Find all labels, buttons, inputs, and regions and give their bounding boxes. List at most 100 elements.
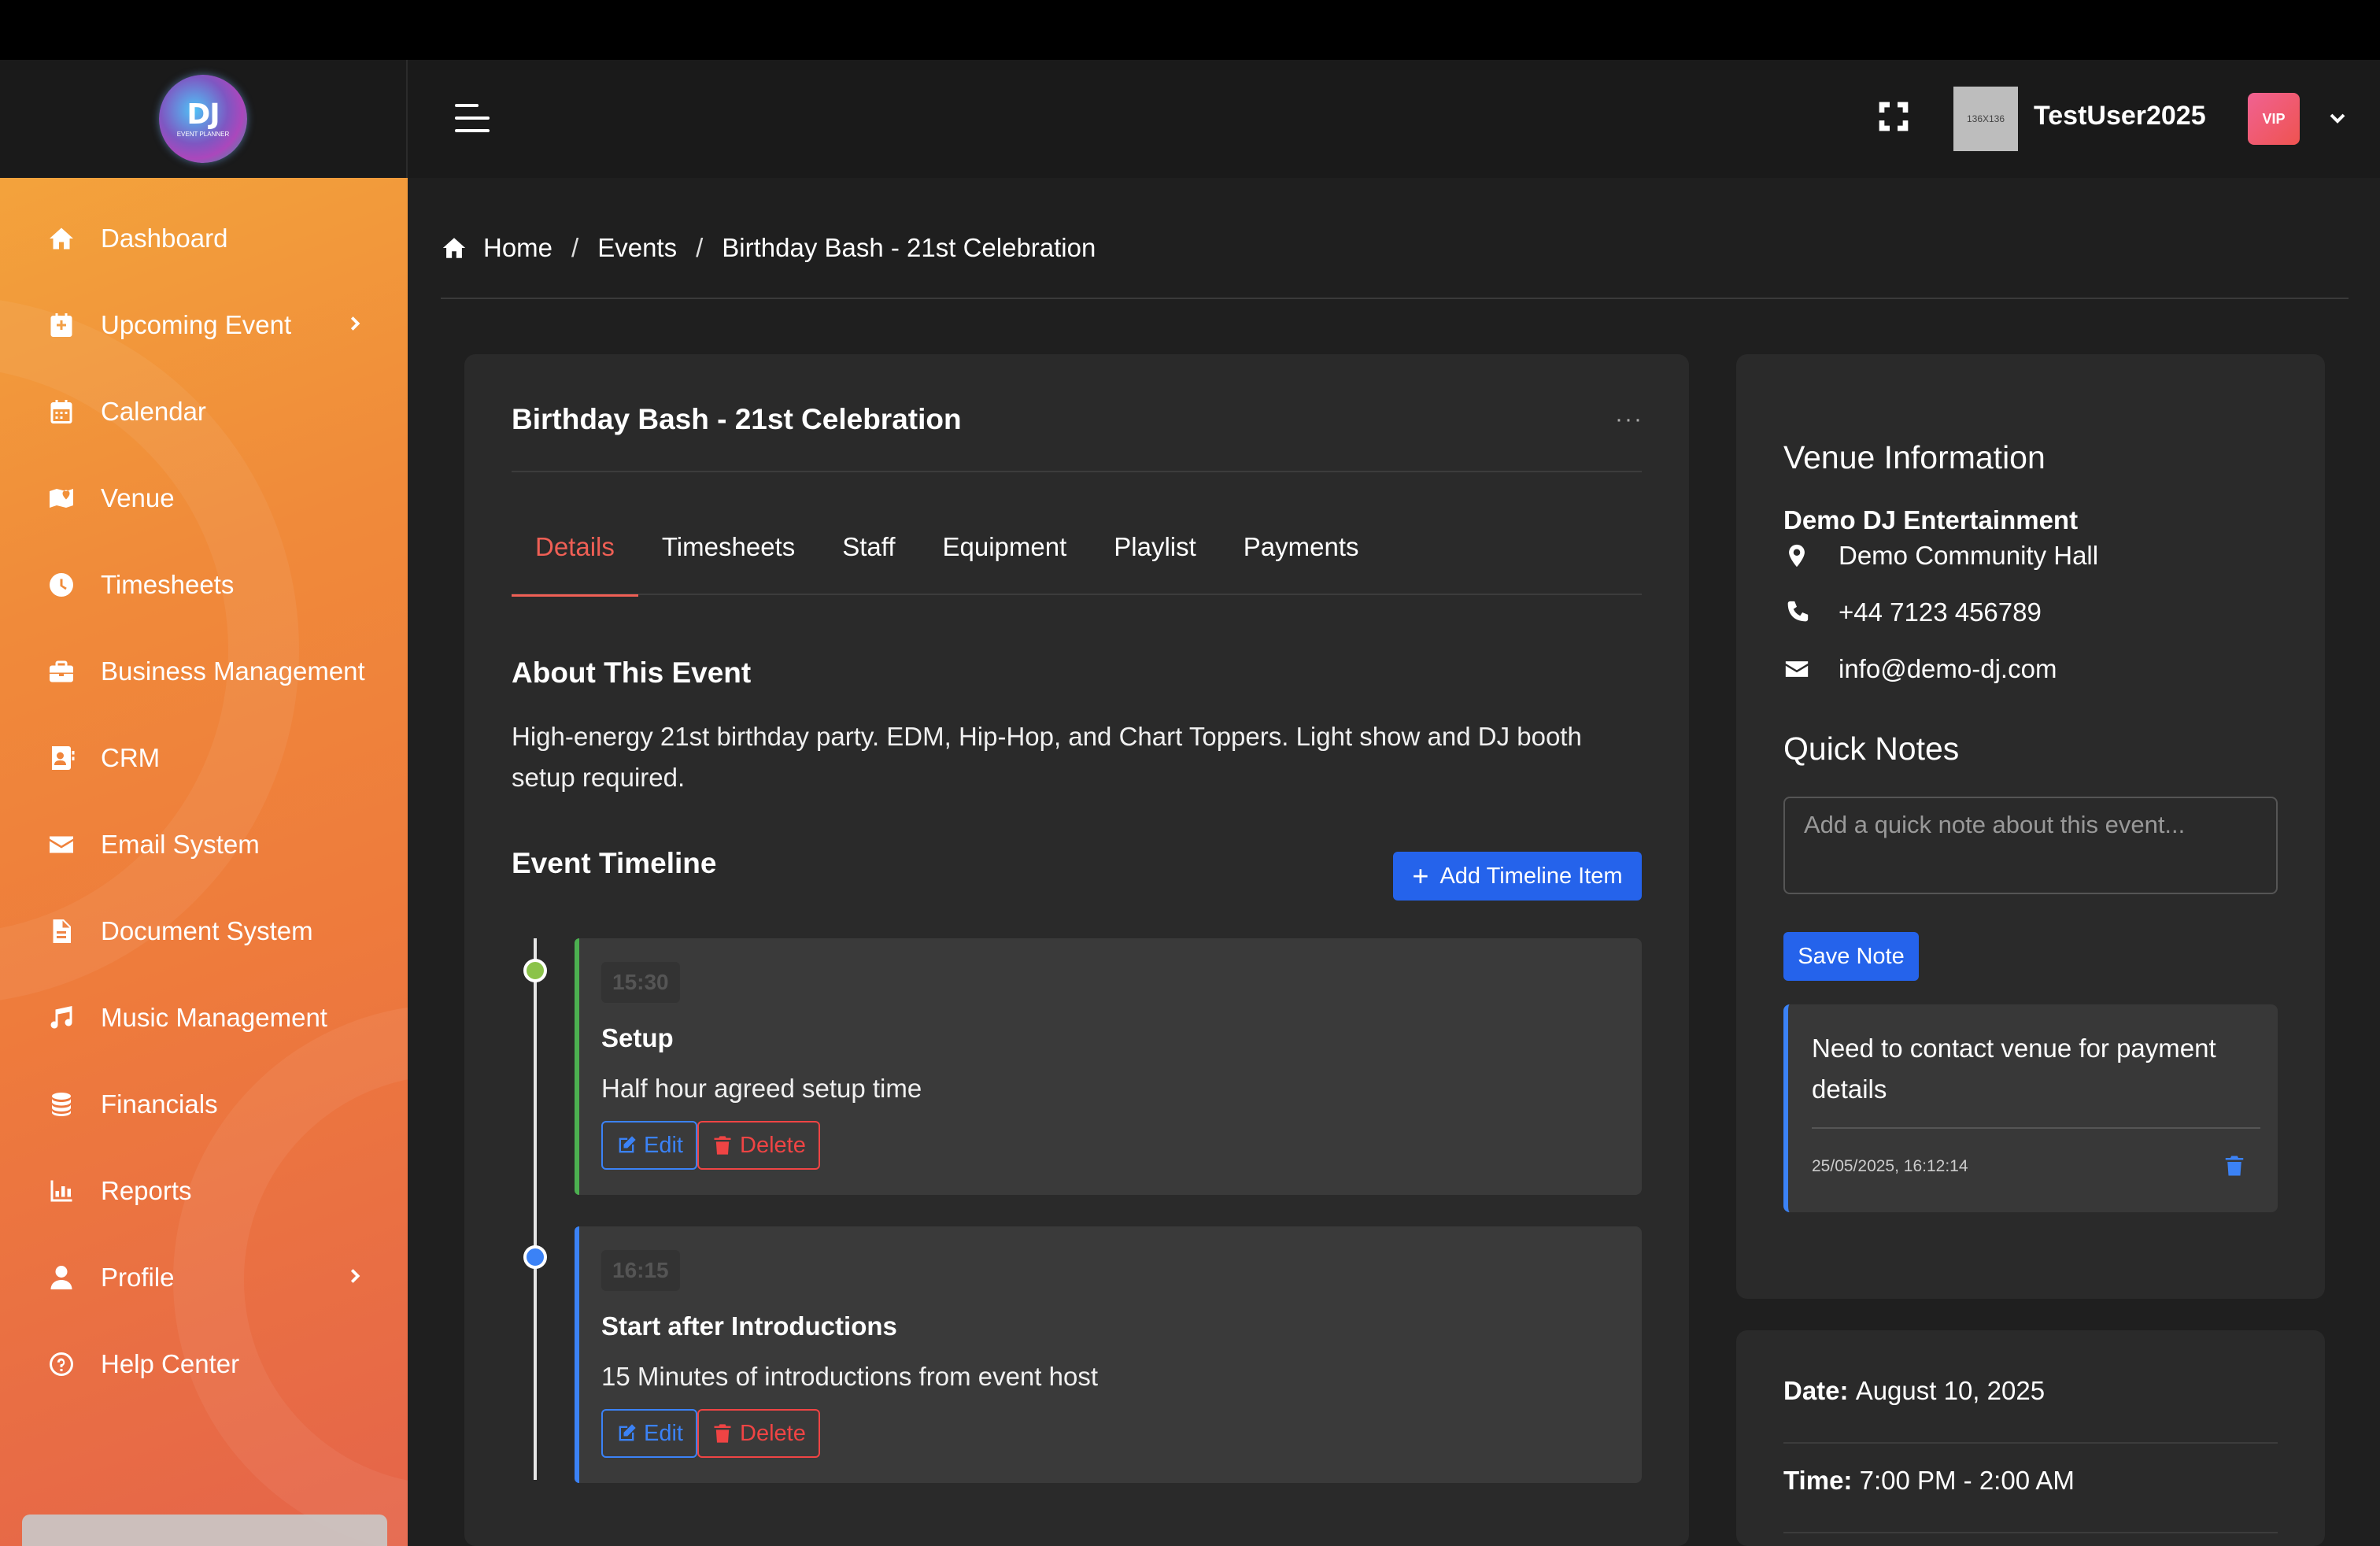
venue-address-row: Demo Community Hall (1783, 540, 2098, 571)
sidebar-item-profile[interactable]: Profile (0, 1234, 408, 1321)
sidebar-item-help-center[interactable]: Help Center (0, 1321, 408, 1407)
sidebar-item-label: Business Management (101, 656, 365, 686)
add-timeline-item-button[interactable]: + Add Timeline Item (1393, 852, 1642, 901)
sidebar-item-label: Document System (101, 916, 313, 945)
sidebar-nav: Dashboard Upcoming Event Calendar Venue … (0, 195, 408, 1407)
delete-button[interactable]: Delete (697, 1121, 820, 1170)
timeline-line (534, 938, 537, 1480)
sidebar-item-upcoming-event[interactable]: Upcoming Event (0, 282, 408, 368)
sidebar-scrollbar[interactable] (22, 1515, 387, 1546)
delete-button[interactable]: Delete (697, 1409, 820, 1458)
sidebar-item-timesheets[interactable]: Timesheets (0, 542, 408, 628)
sidebar-item-label: Timesheets (101, 570, 235, 599)
sidebar-item-document-system[interactable]: Document System (0, 888, 408, 975)
edit-button[interactable]: Edit (601, 1409, 697, 1458)
save-note-button[interactable]: Save Note (1783, 932, 1919, 981)
timeline-time: 15:30 (601, 962, 680, 1003)
sidebar-item-label: CRM (101, 743, 161, 772)
document-icon (46, 915, 77, 947)
sidebar: DJ EVENT PLANNER Dashboard Upcoming Even… (0, 60, 408, 1546)
contact-card-icon (46, 742, 77, 774)
app-logo[interactable]: DJ EVENT PLANNER (159, 75, 247, 163)
more-options-icon[interactable]: ··· (1615, 406, 1643, 433)
sidebar-item-email-system[interactable]: Email System (0, 801, 408, 888)
envelope-icon (46, 829, 77, 860)
calendar-plus-icon (46, 309, 77, 341)
tab-staff[interactable]: Staff (819, 532, 918, 595)
breadcrumb-current: Birthday Bash - 21st Celebration (722, 233, 1096, 262)
calendar-icon (46, 396, 77, 427)
quick-note-input[interactable]: Add a quick note about this event... (1783, 797, 2278, 894)
date-row: Date: August 10, 2025 (1783, 1376, 2045, 1406)
divider (441, 298, 2349, 299)
sidebar-item-label: Financials (101, 1089, 218, 1119)
divider (1783, 1442, 2278, 1444)
about-heading: About This Event (512, 656, 752, 689)
venue-name: Demo DJ Entertainment (1783, 505, 2079, 534)
event-title: Birthday Bash - 21st Celebration (512, 403, 962, 435)
event-tabs: Details Timesheets Staff Equipment Playl… (512, 532, 1642, 597)
sidebar-item-reports[interactable]: Reports (0, 1148, 408, 1234)
event-card: Birthday Bash - 21st Celebration ··· Det… (464, 354, 1689, 1546)
top-bar-strip (0, 0, 2380, 60)
note-text: Need to contact venue for payment detail… (1812, 1034, 2216, 1104)
edit-button[interactable]: Edit (601, 1121, 697, 1170)
timeline-dot (523, 959, 547, 982)
tab-payments[interactable]: Payments (1220, 532, 1383, 595)
phone-icon (1783, 597, 1815, 628)
sidebar-item-calendar[interactable]: Calendar (0, 368, 408, 455)
sidebar-item-label: Reports (101, 1176, 192, 1205)
venue-phone-row: +44 7123 456789 (1783, 597, 2042, 628)
trash-icon[interactable] (2223, 1154, 2246, 1178)
sidebar-item-financials[interactable]: Financials (0, 1061, 408, 1148)
breadcrumb-home[interactable]: Home (483, 233, 552, 263)
chevron-down-icon[interactable] (2325, 105, 2350, 131)
sidebar-item-label: Calendar (101, 397, 206, 426)
venue-email[interactable]: info@demo-dj.com (1839, 654, 2057, 684)
venue-address: Demo Community Hall (1839, 541, 2099, 570)
menu-toggle-icon[interactable] (455, 102, 490, 134)
timeline-dot (523, 1245, 547, 1269)
home-icon (46, 223, 77, 254)
sidebar-item-dashboard[interactable]: Dashboard (0, 195, 408, 282)
sidebar-item-label: Help Center (101, 1349, 240, 1378)
timeline-description: 15 Minutes of introductions from event h… (601, 1362, 1098, 1391)
tab-playlist[interactable]: Playlist (1090, 532, 1220, 595)
sidebar-item-label: Upcoming Event (101, 310, 292, 339)
tab-details[interactable]: Details (512, 532, 638, 597)
trash-icon (714, 1136, 731, 1155)
venue-phone[interactable]: +44 7123 456789 (1839, 597, 2042, 627)
sidebar-item-business-management[interactable]: Business Management (0, 628, 408, 715)
sidebar-item-crm[interactable]: CRM (0, 715, 408, 801)
timeline-item-accent (575, 1226, 579, 1483)
avatar[interactable]: 136X136 (1953, 87, 2018, 151)
time-value: 7:00 PM - 2:00 AM (1859, 1466, 2075, 1495)
fullscreen-icon[interactable] (1878, 101, 1909, 132)
top-header: 136X136 TestUser2025 VIP (408, 60, 2380, 178)
sidebar-item-label: Dashboard (101, 224, 228, 253)
venue-card: Venue Information Demo DJ Entertainment … (1736, 354, 2325, 1299)
chart-icon (46, 1175, 77, 1207)
sidebar-item-music-management[interactable]: Music Management (0, 975, 408, 1061)
divider (1812, 1127, 2260, 1129)
delete-label: Delete (740, 1420, 806, 1446)
vip-badge: VIP (2248, 93, 2300, 145)
breadcrumb-events[interactable]: Events (597, 233, 677, 263)
timeline-heading: Event Timeline (512, 847, 717, 879)
breadcrumb-separator: / (571, 233, 579, 262)
timeline-description: Half hour agreed setup time (601, 1074, 922, 1103)
tab-equipment[interactable]: Equipment (919, 532, 1091, 595)
breadcrumb: Home / Events / Birthday Bash - 21st Cel… (441, 233, 1096, 263)
venue-heading: Venue Information (1783, 439, 2046, 475)
tab-timesheets[interactable]: Timesheets (638, 532, 819, 595)
sidebar-item-venue[interactable]: Venue (0, 455, 408, 542)
logo-area: DJ EVENT PLANNER (0, 60, 408, 178)
username[interactable]: TestUser2025 (2034, 101, 2206, 131)
timeline-item: 16:15 Start after Introductions 15 Minut… (575, 1226, 1642, 1483)
divider (512, 471, 1642, 472)
sidebar-item-label: Email System (101, 830, 260, 859)
home-icon[interactable] (441, 235, 468, 261)
question-icon (46, 1348, 77, 1380)
timeline-title: Start after Introductions (601, 1311, 897, 1341)
time-label: Time: (1783, 1466, 1860, 1495)
